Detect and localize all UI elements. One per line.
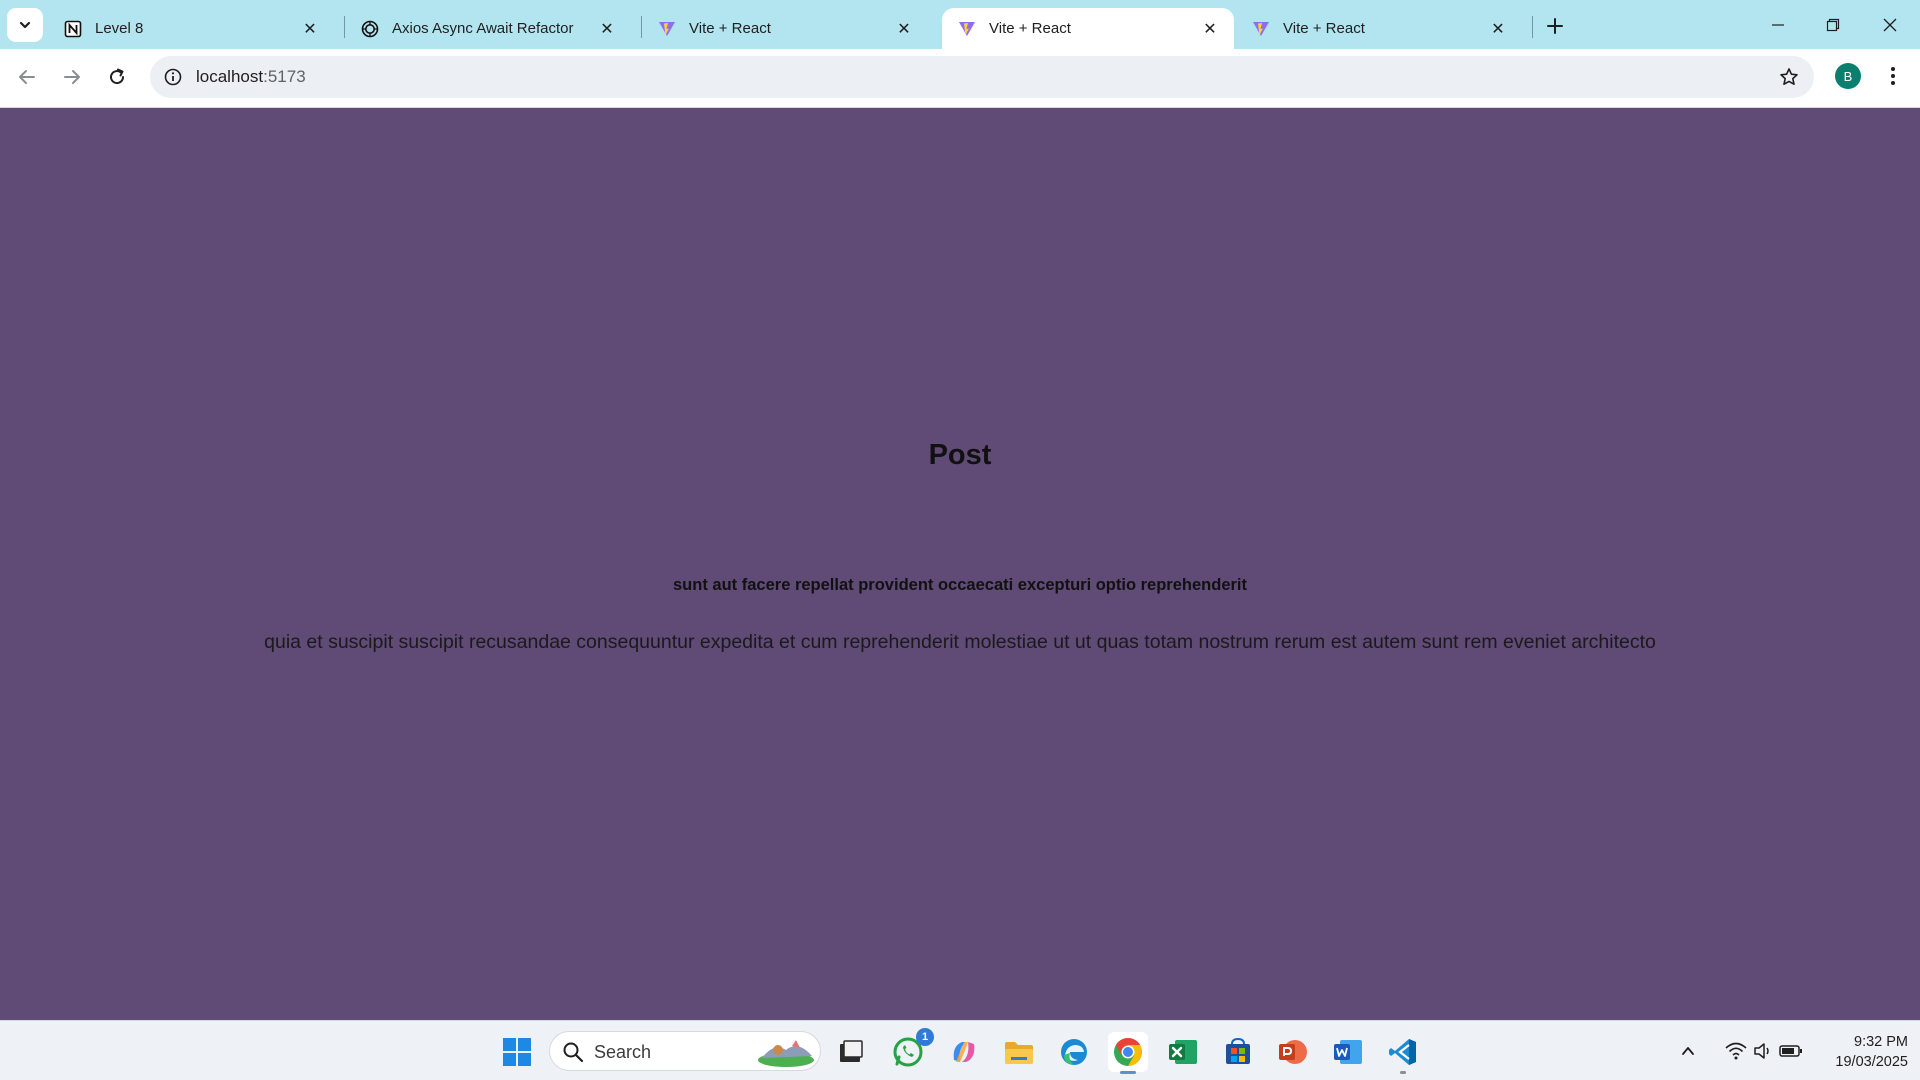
volume-icon <box>1754 1043 1769 1059</box>
close-icon[interactable]: ✕ <box>1200 19 1220 39</box>
taskbar-app-excel[interactable] <box>1163 1032 1203 1072</box>
minimize-button[interactable] <box>1750 0 1806 49</box>
profile-avatar[interactable]: B <box>1835 63 1861 89</box>
close-icon <box>1883 18 1897 31</box>
chrome-icon <box>1114 1038 1142 1066</box>
taskbar-app-store[interactable] <box>1218 1032 1258 1072</box>
taskbar-app-word[interactable] <box>1328 1032 1368 1072</box>
forward-button[interactable] <box>55 60 89 94</box>
windows-logo-icon <box>503 1038 531 1066</box>
vite-icon <box>1252 20 1270 38</box>
post-body: quia et suscipit suscipit recusandae con… <box>264 631 1656 653</box>
browser-toolbar: localhost:5173 B <box>0 49 1920 108</box>
notification-badge: 1 <box>916 1028 934 1046</box>
post-title: sunt aut facere repellat provident occae… <box>673 576 1247 594</box>
windows-taskbar: Search 1 9:32 PM 19/03/2025 <box>0 1020 1920 1080</box>
tab-search-button[interactable] <box>7 8 43 42</box>
taskbar-app-copilot[interactable] <box>944 1032 984 1072</box>
tab-axios-refactor[interactable]: Axios Async Await Refactor ✕ <box>345 8 631 49</box>
tab-separator <box>1532 16 1533 38</box>
edge-icon <box>1061 1039 1087 1065</box>
address-bar[interactable]: localhost:5173 <box>150 56 1814 98</box>
tab-vite-react-1[interactable]: Vite + React ✕ <box>642 8 928 49</box>
bookmark-star-icon[interactable] <box>1778 66 1800 88</box>
taskbar-search[interactable]: Search <box>549 1031 821 1071</box>
page-viewport: Post sunt aut facere repellat provident … <box>0 109 1920 1020</box>
close-window-button[interactable] <box>1862 0 1918 49</box>
active-indicator <box>1120 1071 1136 1074</box>
vscode-icon <box>1389 1039 1416 1065</box>
search-label: Search <box>594 1042 652 1062</box>
tab-title: Vite + React <box>1283 20 1365 37</box>
battery-icon <box>1779 1045 1802 1057</box>
folder-icon <box>1005 1042 1033 1064</box>
tab-vite-react-3[interactable]: Vite + React ✕ <box>1236 8 1522 49</box>
close-icon[interactable]: ✕ <box>597 19 617 39</box>
tab-title: Vite + React <box>989 20 1071 37</box>
reload-button[interactable] <box>100 60 134 94</box>
address-url[interactable]: localhost:5173 <box>196 67 306 87</box>
chevron-down-icon <box>19 21 31 29</box>
clock-date: 19/03/2025 <box>1835 1054 1908 1070</box>
search-highlight-image <box>758 1040 814 1067</box>
taskbar-app-edge[interactable] <box>1054 1032 1094 1072</box>
powerpoint-icon <box>1279 1040 1307 1064</box>
vite-icon <box>958 20 976 38</box>
page-heading: Post <box>928 439 992 471</box>
wifi-icon <box>1725 1042 1747 1060</box>
running-indicator <box>1400 1071 1406 1074</box>
tab-title: Level 8 <box>95 20 144 37</box>
arrow-left-icon <box>19 70 35 84</box>
tab-title: Axios Async Await Refactor <box>392 20 574 37</box>
more-vertical-icon <box>1891 67 1895 85</box>
system-clock[interactable]: 9:32 PM 19/03/2025 <box>1808 1032 1908 1072</box>
restore-button[interactable] <box>1805 0 1861 49</box>
new-tab-button[interactable] <box>1541 12 1569 40</box>
taskbar-app-whatsapp[interactable]: 1 <box>888 1028 934 1072</box>
quick-settings-button[interactable] <box>1714 1021 1814 1080</box>
site-info-icon[interactable] <box>162 66 184 88</box>
store-icon <box>1226 1037 1250 1064</box>
url-host: localhost <box>196 67 264 86</box>
arrow-right-icon <box>64 70 80 84</box>
close-icon[interactable]: ✕ <box>894 19 914 39</box>
reload-icon <box>110 68 125 85</box>
tab-vite-react-active[interactable]: Vite + React ✕ <box>942 8 1234 49</box>
browser-tab-strip: Level 8 ✕ Axios Async Await Refactor ✕ V… <box>0 0 1920 49</box>
show-hidden-icons-button[interactable] <box>1676 1021 1700 1080</box>
task-view-icon <box>840 1040 863 1062</box>
minimize-icon <box>1772 23 1784 26</box>
browser-menu-button[interactable] <box>1880 61 1906 91</box>
taskbar-app-task-view[interactable] <box>831 1032 871 1072</box>
plus-icon <box>1547 18 1563 34</box>
taskbar-app-powerpoint[interactable] <box>1273 1032 1313 1072</box>
taskbar-app-file-explorer[interactable] <box>999 1032 1039 1072</box>
back-button[interactable] <box>10 60 44 94</box>
restore-icon <box>1826 18 1840 31</box>
excel-icon <box>1169 1040 1197 1064</box>
tab-title: Vite + React <box>689 20 771 37</box>
word-icon <box>1334 1040 1362 1064</box>
chevron-up-icon <box>1682 1047 1694 1055</box>
copilot-icon <box>953 1042 975 1062</box>
vite-icon <box>658 20 676 38</box>
url-port: :5173 <box>263 67 306 86</box>
search-icon <box>563 1042 584 1063</box>
notion-icon <box>64 20 82 38</box>
close-icon[interactable]: ✕ <box>1488 19 1508 39</box>
start-button[interactable] <box>497 1032 537 1072</box>
taskbar-app-chrome[interactable] <box>1108 1032 1148 1074</box>
clock-time: 9:32 PM <box>1854 1034 1908 1050</box>
close-icon[interactable]: ✕ <box>300 19 320 39</box>
tab-level-8[interactable]: Level 8 ✕ <box>48 8 334 49</box>
taskbar-app-vscode[interactable] <box>1383 1032 1423 1074</box>
openai-icon <box>361 20 379 38</box>
